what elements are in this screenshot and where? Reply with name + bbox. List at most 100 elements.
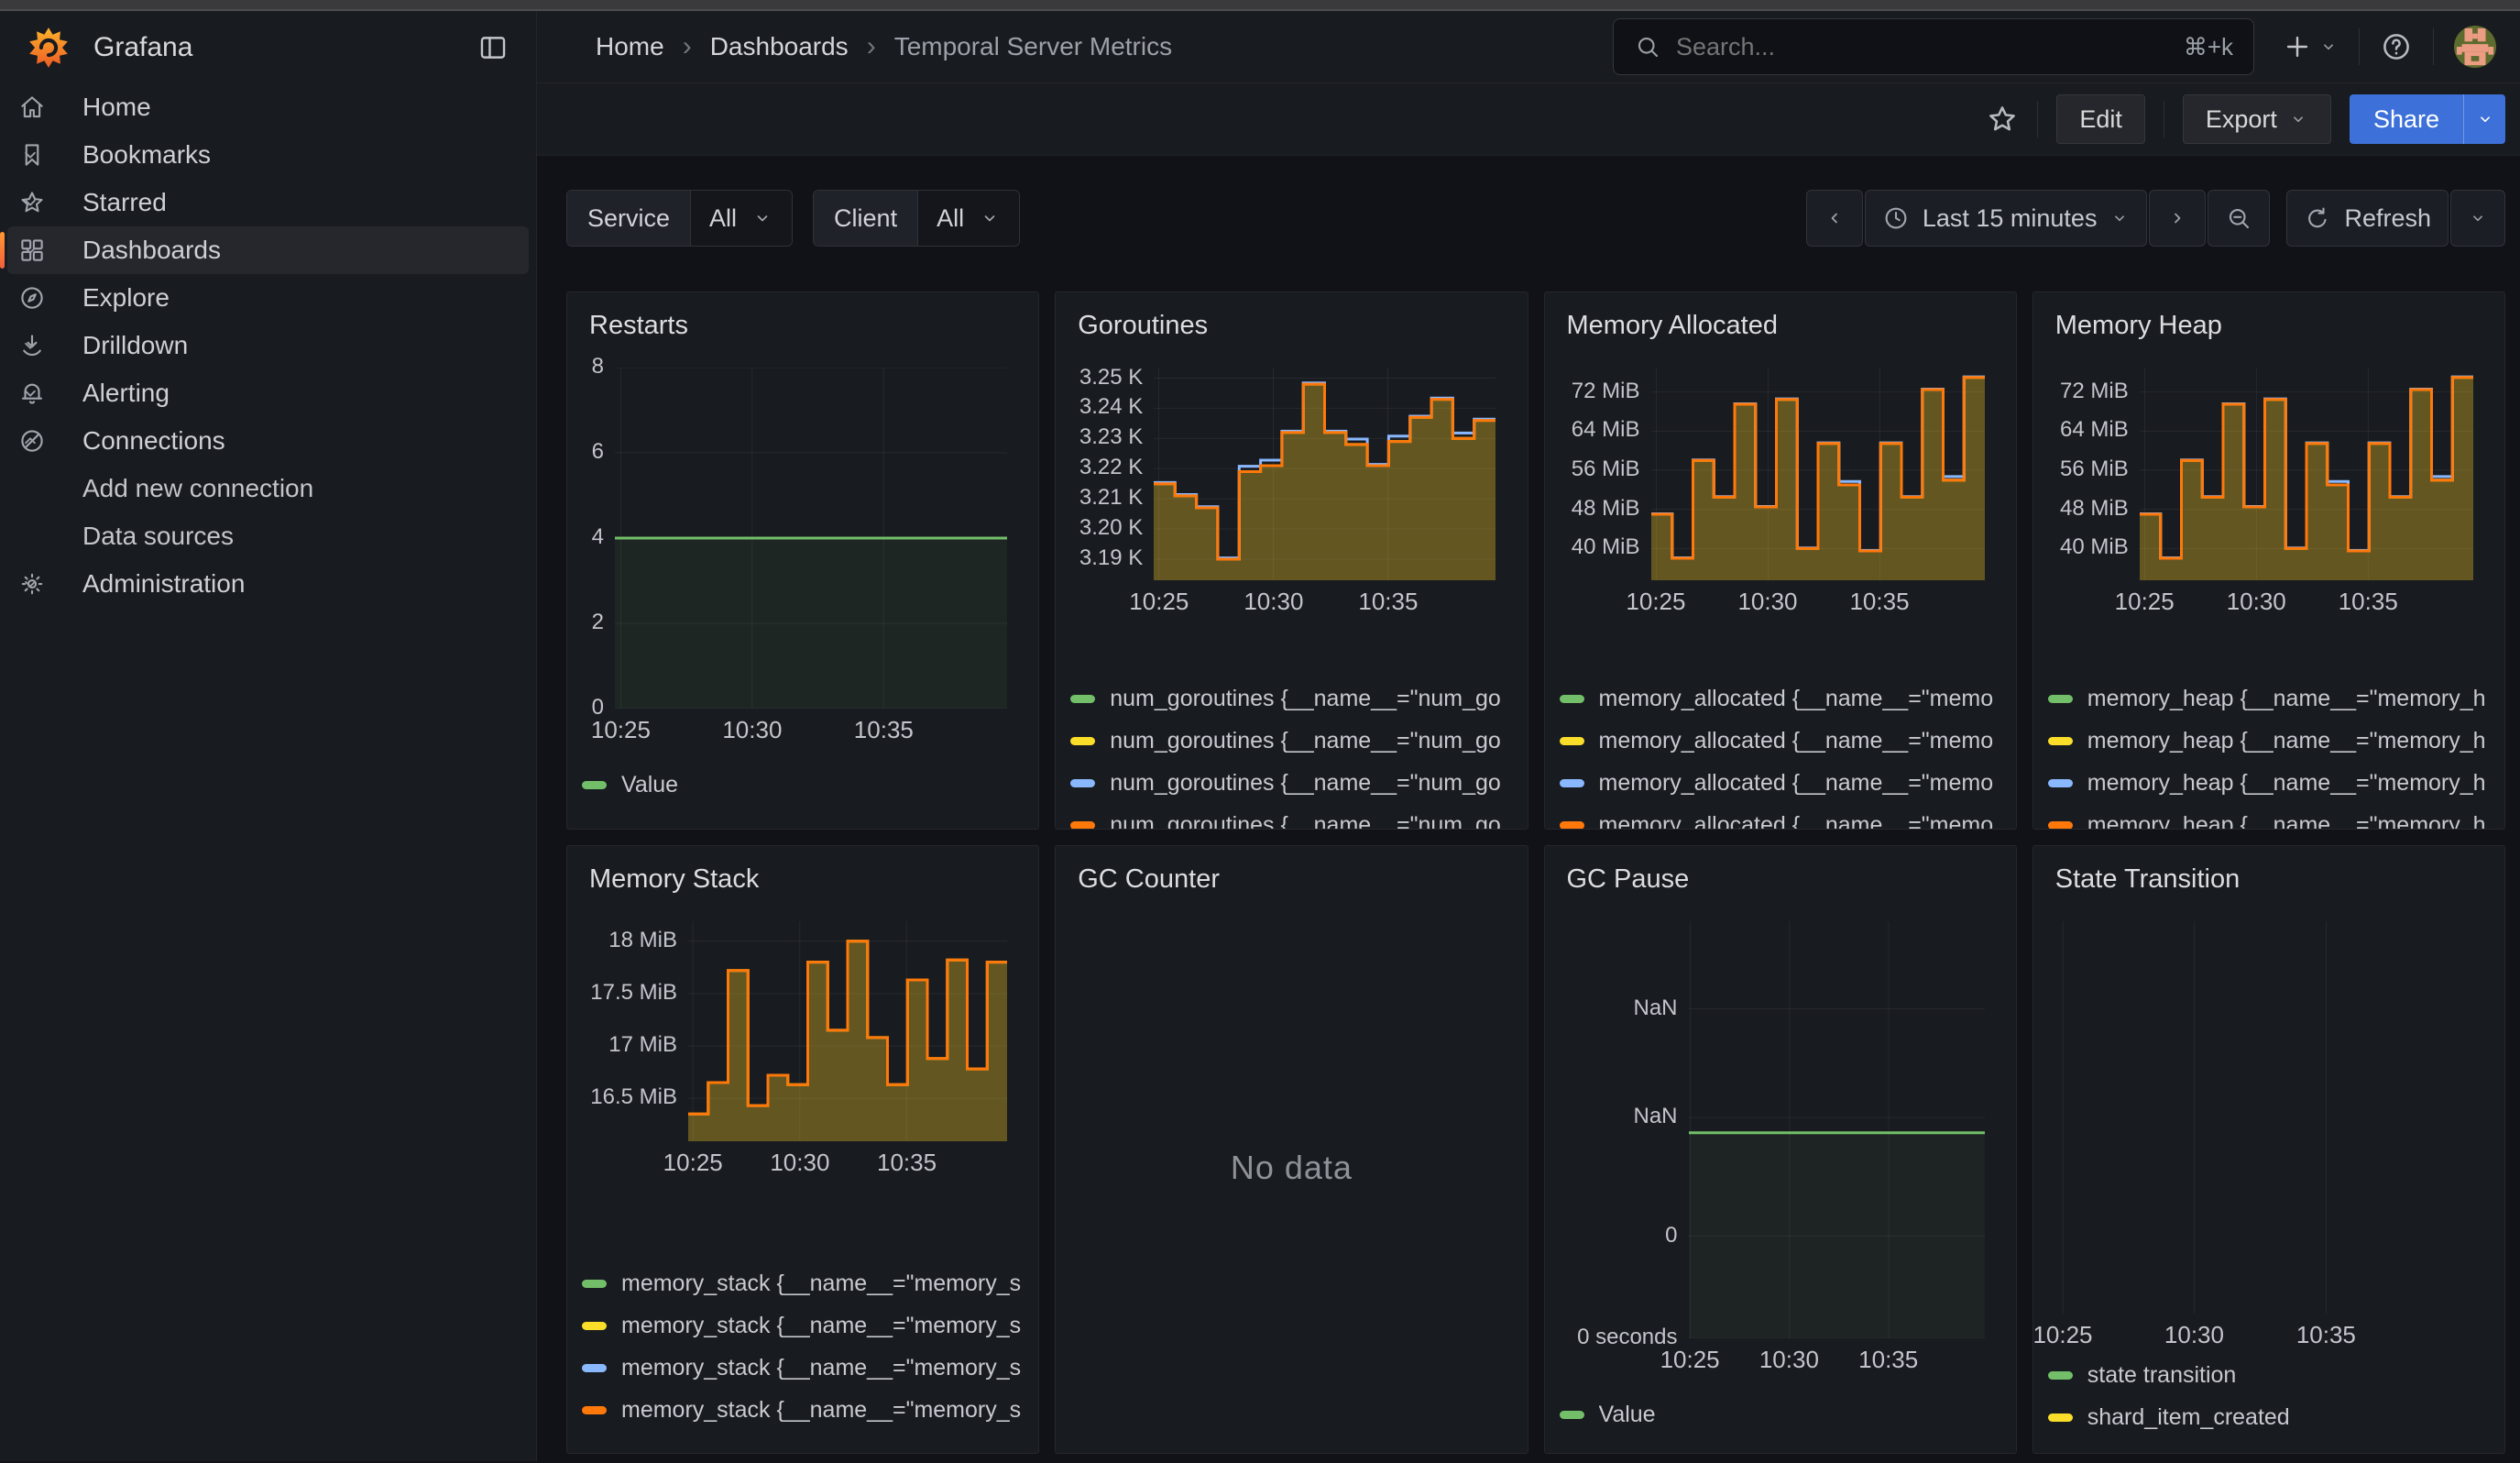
panel-title[interactable]: State Transition	[2055, 861, 2490, 897]
active-accent-bar	[0, 232, 5, 269]
legend-item[interactable]: memory_stack {__name__="memory_s	[582, 1347, 1024, 1389]
time-forward-button[interactable]	[2149, 190, 2206, 247]
time-controls: Last 15 minutes	[1806, 190, 2505, 247]
panel-title[interactable]: GC Pause	[1567, 861, 2001, 897]
legend-item[interactable]: memory_allocated {__name__="memo	[1560, 677, 2001, 720]
sidebar-item-bookmarks[interactable]: Bookmarks	[7, 131, 529, 179]
panel-title[interactable]: Memory Allocated	[1567, 307, 2001, 344]
legend-item[interactable]: memory_stack {__name__="memory_s	[582, 1262, 1024, 1304]
avatar[interactable]	[2454, 26, 2496, 68]
sidebar-toggle-icon[interactable]	[477, 32, 509, 63]
sidebar-item-home[interactable]: Home	[7, 83, 529, 131]
share-dropdown-button[interactable]	[2463, 94, 2505, 144]
plot-area[interactable]: 72 MiB64 MiB56 MiB48 MiB40 MiB	[1560, 368, 2001, 580]
breadcrumb-current: Temporal Server Metrics	[894, 32, 1172, 61]
y-axis-tick: 48 MiB	[1560, 496, 1640, 522]
legend-chip	[1070, 695, 1095, 703]
top-navbar: Home › Dashboards › Temporal Server Metr…	[537, 11, 2520, 83]
breadcrumb-dashboards[interactable]: Dashboards	[710, 32, 849, 61]
panel-state-transition: State Transition10:2510:3010:35state tra…	[2032, 845, 2505, 1454]
legend-chip	[582, 1406, 607, 1414]
chevron-up-icon[interactable]	[18, 429, 509, 453]
panel-title[interactable]: Memory Heap	[2055, 307, 2490, 344]
legend-label: num_goroutines {__name__="num_go	[1110, 686, 1501, 712]
sidebar-item-alerting[interactable]: Alerting	[7, 369, 529, 417]
legend-item[interactable]: memory_stack {__name__="memory_s	[582, 1304, 1024, 1347]
add-new-button[interactable]	[2282, 31, 2339, 62]
y-axis-tick: NaN	[1560, 1104, 1678, 1129]
sidebar-item-add-new-connection[interactable]: Add new connection	[7, 465, 529, 512]
sidebar-item-connections[interactable]: Connections	[7, 417, 529, 465]
sidebar-item-dashboards[interactable]: Dashboards	[7, 226, 529, 274]
legend-item[interactable]: memory_heap {__name__="memory_h	[2048, 720, 2490, 762]
refresh-interval-button[interactable]	[2450, 190, 2505, 247]
zoom-out-button[interactable]	[2208, 190, 2270, 247]
chevron-down-icon[interactable]	[18, 381, 509, 405]
plot-area[interactable]: 18 MiB17.5 MiB17 MiB16.5 MiB	[582, 921, 1024, 1141]
chevron-left-icon	[1824, 207, 1846, 229]
panel-memory-stack: Memory Stack 18 MiB17.5 MiB17 MiB16.5 MiB…	[566, 845, 1039, 1454]
star-dashboard-icon[interactable]	[1986, 103, 2019, 136]
chevron-down-icon[interactable]	[18, 334, 509, 358]
legend-item[interactable]: memory_heap {__name__="memory_h	[2048, 804, 2490, 830]
breadcrumb-home[interactable]: Home	[596, 32, 664, 61]
legend-item[interactable]: Value	[582, 764, 1024, 806]
legend-item[interactable]: state transition	[2048, 1354, 2490, 1396]
panel-title[interactable]: GC Counter	[1078, 861, 1512, 897]
legend-chip	[2048, 821, 2073, 830]
plot-area[interactable]: 72 MiB64 MiB56 MiB48 MiB40 MiB	[2048, 368, 2490, 580]
legend-item[interactable]: num_goroutines {__name__="num_go	[1070, 762, 1512, 804]
filter-value-dropdown[interactable]: All	[918, 191, 1019, 246]
help-icon[interactable]	[2380, 30, 2413, 63]
chevron-down-icon[interactable]	[18, 572, 509, 596]
search-input[interactable]	[1676, 33, 2184, 61]
panel-title[interactable]: Goroutines	[1078, 307, 1512, 344]
edit-button[interactable]: Edit	[2056, 94, 2145, 144]
chevron-down-icon[interactable]	[18, 143, 509, 167]
panel-title[interactable]: Memory Stack	[589, 861, 1024, 897]
refresh-button[interactable]: Refresh	[2286, 190, 2449, 247]
legend-item[interactable]: memory_allocated {__name__="memo	[1560, 762, 2001, 804]
chevron-down-icon[interactable]	[18, 191, 509, 214]
sidebar-item-data-sources[interactable]: Data sources	[7, 512, 529, 560]
panel-title[interactable]: Restarts	[589, 307, 1024, 344]
x-axis-tick: 10:25	[1626, 588, 1685, 616]
plot-area[interactable]: 86420	[582, 368, 1024, 709]
search-input-wrap[interactable]: ⌘+k	[1613, 18, 2254, 75]
plot-area[interactable]: NaNNaN00 seconds	[1560, 921, 2001, 1338]
legend-item[interactable]: Value	[1560, 1393, 2001, 1436]
chevron-down-icon	[2468, 208, 2488, 228]
filter-client[interactable]: ClientAll	[813, 190, 1020, 247]
legend-item[interactable]: memory_allocated {__name__="memo	[1560, 720, 2001, 762]
legend-label: memory_stack {__name__="memory_s	[621, 1313, 1021, 1339]
legend-item[interactable]: num_goroutines {__name__="num_go	[1070, 720, 1512, 762]
export-button[interactable]: Export	[2183, 94, 2331, 144]
legend-item[interactable]: memory_stack {__name__="memory_s	[582, 1389, 1024, 1431]
legend-chip	[1560, 1411, 1584, 1419]
legend-item[interactable]: memory_heap {__name__="memory_h	[2048, 762, 2490, 804]
chevron-down-icon[interactable]	[18, 238, 509, 262]
legend-item[interactable]: num_goroutines {__name__="num_go	[1070, 804, 1512, 830]
filter-service[interactable]: ServiceAll	[566, 190, 793, 247]
filter-label: Service	[567, 191, 691, 246]
filter-value-dropdown[interactable]: All	[691, 191, 792, 246]
plot-area[interactable]	[2048, 921, 2490, 1314]
legend-item[interactable]: num_goroutines {__name__="num_go	[1070, 677, 1512, 720]
sidebar-item-drilldown[interactable]: Drilldown	[7, 322, 529, 369]
share-button[interactable]: Share	[2350, 94, 2463, 144]
x-axis-tick: 10:35	[1858, 1346, 1918, 1374]
panel-grid: Restarts8642010:2510:3010:35ValueGorouti…	[566, 292, 2505, 1454]
time-back-button[interactable]	[1806, 190, 1863, 247]
time-range-picker[interactable]: Last 15 minutes	[1865, 190, 2148, 247]
y-axis-tick: 18 MiB	[582, 928, 677, 953]
legend-item[interactable]: shard_item_created	[2048, 1396, 2490, 1438]
legend-label: memory_heap {__name__="memory_h	[2087, 812, 2486, 830]
legend-item[interactable]: memory_heap {__name__="memory_h	[2048, 677, 2490, 720]
sidebar-item-administration[interactable]: Administration	[7, 560, 529, 608]
sidebar-item-starred[interactable]: Starred	[7, 179, 529, 226]
plot-area[interactable]: 3.25 K3.24 K3.23 K3.22 K3.21 K3.20 K3.19…	[1070, 368, 1512, 580]
grafana-logo-icon[interactable]	[27, 27, 70, 69]
sidebar-item-explore[interactable]: Explore	[7, 274, 529, 322]
x-axis-tick: 10:35	[2296, 1321, 2356, 1349]
legend-item[interactable]: memory_allocated {__name__="memo	[1560, 804, 2001, 830]
